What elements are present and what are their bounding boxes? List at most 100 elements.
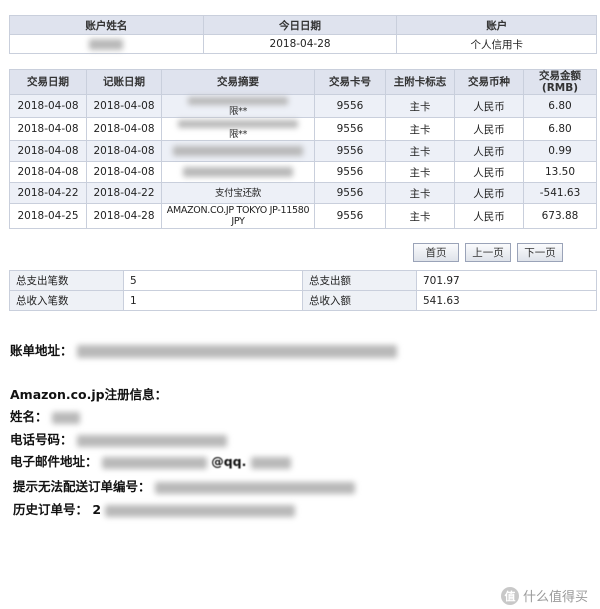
trans-summary: 限** (161, 94, 315, 118)
post-date: 2018-04-22 (86, 182, 162, 204)
first-page-button[interactable]: 首页 (413, 243, 459, 262)
trans-date: 2018-04-22 (9, 182, 87, 204)
table-row: 2018-04-08 2018-04-08 9556 主卡 人民币 13.50 (9, 161, 597, 183)
next-page-button[interactable]: 下一页 (517, 243, 563, 262)
trans-date: 2018-04-08 (9, 94, 87, 118)
income-total-label: 总收入额 (302, 290, 417, 311)
amount: 673.88 (523, 203, 597, 229)
col-summary: 交易摘要 (161, 69, 315, 95)
card-no: 9556 (314, 182, 386, 204)
expense-count-label: 总支出笔数 (9, 270, 124, 291)
today-date-value: 2018-04-28 (202, 34, 398, 54)
undeliverable-label: 提示无法配送订单编号： (13, 479, 151, 494)
expense-count-value: 5 (123, 270, 303, 291)
col-account-name: 账户姓名 (9, 15, 204, 35)
account-name-value (9, 34, 204, 54)
watermark-text: 什么值得买 (522, 590, 588, 605)
history-label: 历史订单号： (13, 502, 89, 517)
amount: 0.99 (523, 140, 597, 162)
pagination: 首页 上一页 下一页 (413, 243, 563, 262)
redacted-address (76, 345, 397, 358)
amount: 6.80 (523, 94, 597, 118)
post-date: 2018-04-08 (86, 140, 162, 162)
account-header-table: 账户姓名 今日日期 账户 2018-04-28 个人信用卡 (9, 15, 597, 54)
prev-page-button[interactable]: 上一页 (465, 243, 511, 262)
table-row: 2018-04-22 2018-04-22 支付宝还款 9556 主卡 人民币 … (9, 182, 597, 204)
card-flag: 主卡 (385, 140, 455, 162)
currency: 人民币 (454, 182, 524, 204)
income-count-value: 1 (123, 290, 303, 311)
amount: -541.63 (523, 182, 597, 204)
redacted-email-tail (250, 456, 291, 469)
col-card-no: 交易卡号 (314, 69, 386, 95)
post-date: 2018-04-08 (86, 117, 162, 141)
currency: 人民币 (454, 117, 524, 141)
redacted-email (101, 456, 207, 469)
trans-date: 2018-04-08 (9, 161, 87, 183)
trans-date: 2018-04-08 (9, 140, 87, 162)
bill-address-label: 账单地址： (10, 343, 73, 358)
name-line: 姓名： (10, 406, 80, 425)
card-flag: 主卡 (385, 182, 455, 204)
redacted-history-no (105, 504, 296, 517)
trans-summary: 支付宝还款 (161, 182, 315, 204)
trans-date: 2018-04-08 (9, 117, 87, 141)
col-post-date: 记账日期 (86, 69, 162, 95)
expense-total-value: 701.97 (416, 270, 597, 291)
income-count-label: 总收入笔数 (9, 290, 124, 311)
currency: 人民币 (454, 161, 524, 183)
currency: 人民币 (454, 140, 524, 162)
amount: 6.80 (523, 117, 597, 141)
trans-summary (161, 140, 315, 162)
history-line: 历史订单号： 2 (13, 499, 296, 518)
income-total-value: 541.63 (416, 290, 597, 311)
currency: 人民币 (454, 203, 524, 229)
col-card-flag: 主附卡标志 (385, 69, 455, 95)
amount: 13.50 (523, 161, 597, 183)
post-date: 2018-04-28 (86, 203, 162, 229)
card-no: 9556 (314, 94, 386, 118)
redacted-phone (76, 434, 227, 447)
trans-summary: 限** (161, 117, 315, 141)
table-row: 2018-04-08 2018-04-08 限** 9556 主卡 人民币 6.… (9, 94, 597, 118)
card-flag: 主卡 (385, 117, 455, 141)
trans-date: 2018-04-25 (9, 203, 87, 229)
name-label: 姓名： (10, 409, 48, 424)
post-date: 2018-04-08 (86, 161, 162, 183)
col-currency: 交易币种 (454, 69, 524, 95)
table-row: 2018-04-25 2018-04-28 AMAZON.CO.JP TOKYO… (9, 203, 597, 229)
phone-line: 电话号码： (10, 429, 227, 448)
smzdm-logo-icon: 值 (500, 586, 519, 605)
post-date: 2018-04-08 (86, 94, 162, 118)
redacted-name (51, 411, 80, 424)
card-flag: 主卡 (385, 203, 455, 229)
trans-summary (161, 161, 315, 183)
card-flag: 主卡 (385, 94, 455, 118)
history-partial: 2 (92, 502, 102, 517)
table-row: 2018-04-08 2018-04-08 限** 9556 主卡 人民币 6.… (9, 117, 597, 141)
email-partial: @qq. (211, 454, 247, 469)
col-amount: 交易金额 (RMB) (523, 69, 597, 95)
bill-address: 账单地址： (10, 340, 397, 359)
col-today-date: 今日日期 (202, 15, 398, 35)
summary-table: 总支出笔数 5 总支出额 701.97 总收入笔数 1 总收入额 541.63 (9, 270, 597, 311)
transactions-table: 交易日期 记账日期 交易摘要 交易卡号 主附卡标志 交易币种 交易金额 (RMB… (9, 69, 597, 229)
currency: 人民币 (454, 94, 524, 118)
card-no: 9556 (314, 140, 386, 162)
card-flag: 主卡 (385, 161, 455, 183)
col-account: 账户 (396, 15, 597, 35)
redacted-order-no (154, 481, 355, 494)
watermark: 值 什么值得买 (500, 586, 588, 605)
col-trans-date: 交易日期 (9, 69, 87, 95)
card-no: 9556 (314, 117, 386, 141)
email-label: 电子邮件地址： (10, 454, 98, 469)
account-type-value: 个人信用卡 (396, 34, 597, 54)
expense-total-label: 总支出额 (302, 270, 417, 291)
card-no: 9556 (314, 161, 386, 183)
trans-summary: AMAZON.CO.JP TOKYO JP-11580 JPY (161, 203, 315, 229)
amazon-heading: Amazon.co.jp注册信息： (10, 387, 168, 402)
phone-label: 电话号码： (10, 432, 73, 447)
undeliverable-line: 提示无法配送订单编号： (13, 476, 355, 495)
card-no: 9556 (314, 203, 386, 229)
email-line: 电子邮件地址： @qq. (10, 451, 291, 470)
